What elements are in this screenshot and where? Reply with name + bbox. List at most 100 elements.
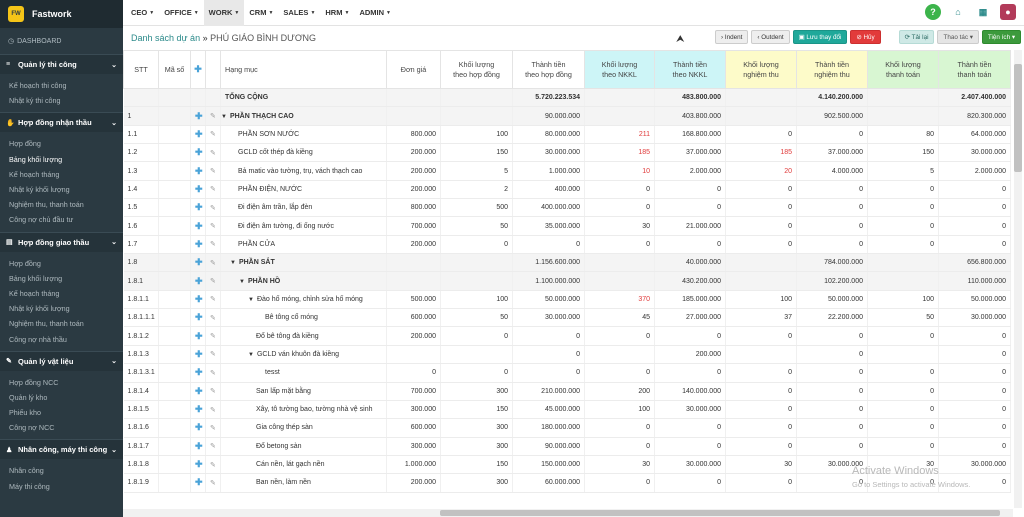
- cell-kl-nt[interactable]: 20: [725, 161, 797, 181]
- table-row[interactable]: 1.6 ✚ ✎ Đi điện âm tường, đi ống nước 700.00…: [123, 216, 1011, 236]
- row-edit-button[interactable]: ✎: [205, 345, 221, 365]
- cell-kl-hd[interactable]: 2: [440, 180, 513, 200]
- row-edit-button[interactable]: ✎: [205, 400, 221, 420]
- cell-tt-nkkl[interactable]: 21.000.000: [654, 216, 726, 236]
- cell-tt-nt[interactable]: 0: [796, 235, 868, 255]
- cell-tt-nt[interactable]: 0: [796, 326, 868, 346]
- cell-kl-tt[interactable]: 0: [867, 180, 939, 200]
- menu-crm[interactable]: CRM ▼: [244, 0, 278, 26]
- cell-tt-tt[interactable]: 30.000.000: [938, 308, 1011, 328]
- cell-ma-so[interactable]: [158, 106, 191, 126]
- cell-tt-hd[interactable]: 60.000.000: [512, 473, 585, 493]
- caret-down-icon[interactable]: ▼: [239, 279, 245, 285]
- row-add-button[interactable]: ✚: [190, 382, 206, 401]
- cell-ma-so[interactable]: [158, 363, 191, 383]
- cell-kl-hd[interactable]: 50: [440, 216, 513, 236]
- utilities-dropdown[interactable]: Tiện ích ▾: [981, 30, 1021, 44]
- cell-kl-nkkl[interactable]: 0: [584, 418, 655, 438]
- cell-tt-nt[interactable]: 902.500.000: [796, 106, 868, 126]
- cell-kl-nkkl[interactable]: 30: [584, 216, 655, 236]
- cell-kl-nt[interactable]: 30: [725, 455, 797, 475]
- cell-kl-hd[interactable]: 150: [440, 143, 513, 163]
- cell-kl-hd[interactable]: 500: [440, 198, 513, 218]
- cell-tt-tt[interactable]: 0: [938, 400, 1011, 420]
- row-add-button[interactable]: ✚: [190, 290, 206, 310]
- cell-kl-nkkl[interactable]: 370: [584, 290, 655, 310]
- cell-kl-nt[interactable]: 185: [725, 143, 797, 163]
- cell-tt-nkkl[interactable]: 30.000.000: [654, 400, 726, 420]
- caret-down-icon[interactable]: ▼: [221, 114, 227, 120]
- cell-don-gia[interactable]: 500.000: [386, 290, 441, 310]
- cell-tt-nkkl[interactable]: 168.800.000: [654, 125, 726, 145]
- cell-ma-so[interactable]: [158, 308, 191, 328]
- cell-tt-tt[interactable]: 0: [938, 326, 1011, 346]
- cell-kl-tt[interactable]: 0: [867, 400, 939, 420]
- sidebar-section-header[interactable]: ≡ Quản lý thi công ⌄: [0, 54, 123, 74]
- row-add-button[interactable]: ✚: [190, 161, 206, 181]
- cell-hang-muc[interactable]: Gia công thép sàn: [220, 418, 387, 438]
- vertical-scroll-thumb[interactable]: [1014, 64, 1022, 172]
- cell-tt-tt[interactable]: 820.300.000: [938, 106, 1011, 126]
- cell-kl-nt[interactable]: 37: [725, 308, 797, 328]
- cell-kl-nkkl[interactable]: 0: [584, 180, 655, 200]
- sidebar-item[interactable]: Hợp đồng: [0, 256, 123, 271]
- help-icon[interactable]: ?: [925, 4, 941, 20]
- table-row[interactable]: 1.8.1.7 ✚ ✎ Đổ betong sàn 300.000 300 90.000.0…: [123, 437, 1011, 456]
- row-edit-button[interactable]: ✎: [205, 455, 221, 475]
- cell-hang-muc[interactable]: Bả matic vào tường, trụ, vách thạch cao: [220, 161, 387, 181]
- cell-don-gia[interactable]: 1.000.000: [386, 455, 441, 475]
- cell-tt-nt[interactable]: 0: [796, 382, 868, 401]
- cell-don-gia[interactable]: 700.000: [386, 216, 441, 236]
- cell-kl-tt[interactable]: [867, 106, 939, 126]
- cell-kl-hd[interactable]: 0: [440, 235, 513, 255]
- cell-kl-tt[interactable]: 0: [867, 363, 939, 383]
- cell-don-gia[interactable]: [386, 106, 441, 126]
- caret-down-icon[interactable]: ▼: [248, 297, 254, 303]
- cell-tt-tt[interactable]: 0: [938, 216, 1011, 236]
- cell-tt-tt[interactable]: 0: [938, 345, 1011, 365]
- notification-icon[interactable]: ⌂: [950, 4, 966, 20]
- cell-don-gia[interactable]: 800.000: [386, 125, 441, 145]
- cell-tt-hd[interactable]: 30.000.000: [512, 308, 585, 328]
- cell-tt-nt[interactable]: 37.000.000: [796, 143, 868, 163]
- cell-tt-hd[interactable]: 90.000.000: [512, 437, 585, 456]
- menu-ceo[interactable]: CEO ▼: [126, 0, 159, 26]
- cell-kl-nt[interactable]: 0: [725, 326, 797, 346]
- cell-tt-nt[interactable]: 784.000.000: [796, 253, 868, 273]
- cell-kl-hd[interactable]: [440, 345, 513, 365]
- cell-ma-so[interactable]: [158, 345, 191, 365]
- cell-tt-tt[interactable]: 0: [938, 198, 1011, 218]
- row-edit-button[interactable]: ✎: [205, 216, 221, 236]
- table-row[interactable]: 1.8.1.1 ✚ ✎ ▼ Đào hố móng, chỉnh sửa hố móng…: [123, 290, 1011, 310]
- cell-kl-hd[interactable]: 150: [440, 400, 513, 420]
- cell-tt-hd[interactable]: 0: [512, 235, 585, 255]
- row-edit-button[interactable]: ✎: [205, 271, 221, 291]
- cell-kl-tt[interactable]: 0: [867, 437, 939, 456]
- cell-hang-muc[interactable]: Ban nền, làm nền: [220, 473, 387, 493]
- cell-don-gia[interactable]: 200.000: [386, 161, 441, 181]
- cell-don-gia[interactable]: 300.000: [386, 437, 441, 456]
- cell-tt-nkkl[interactable]: 40.000.000: [654, 253, 726, 273]
- cell-hang-muc[interactable]: PHẦN SƠN NƯỚC: [220, 125, 387, 145]
- sidebar-item[interactable]: Công nợ NCC: [0, 420, 123, 435]
- cell-kl-hd[interactable]: 0: [440, 326, 513, 346]
- row-add-button[interactable]: ✚: [190, 216, 206, 236]
- cell-kl-tt[interactable]: [867, 253, 939, 273]
- row-edit-button[interactable]: ✎: [205, 473, 221, 493]
- cell-kl-hd[interactable]: 300: [440, 473, 513, 493]
- row-edit-button[interactable]: ✎: [205, 382, 221, 401]
- cell-tt-nkkl[interactable]: 0: [654, 418, 726, 438]
- cell-tt-nkkl[interactable]: 0: [654, 235, 726, 255]
- sidebar-item[interactable]: Máy thi công: [0, 479, 123, 494]
- cell-tt-nkkl[interactable]: 185.000.000: [654, 290, 726, 310]
- cell-kl-nkkl[interactable]: 10: [584, 161, 655, 181]
- cell-tt-nt[interactable]: 102.200.000: [796, 271, 868, 291]
- sidebar-item[interactable]: Nhật ký khối lượng: [0, 301, 123, 316]
- cell-kl-nt[interactable]: 0: [725, 216, 797, 236]
- cell-don-gia[interactable]: 600.000: [386, 308, 441, 328]
- cell-kl-hd[interactable]: 150: [440, 455, 513, 475]
- apps-grid-icon[interactable]: ▦: [975, 4, 991, 20]
- row-edit-button[interactable]: ✎: [205, 106, 221, 126]
- cell-kl-tt[interactable]: [867, 271, 939, 291]
- cell-tt-nkkl[interactable]: 140.000.000: [654, 382, 726, 401]
